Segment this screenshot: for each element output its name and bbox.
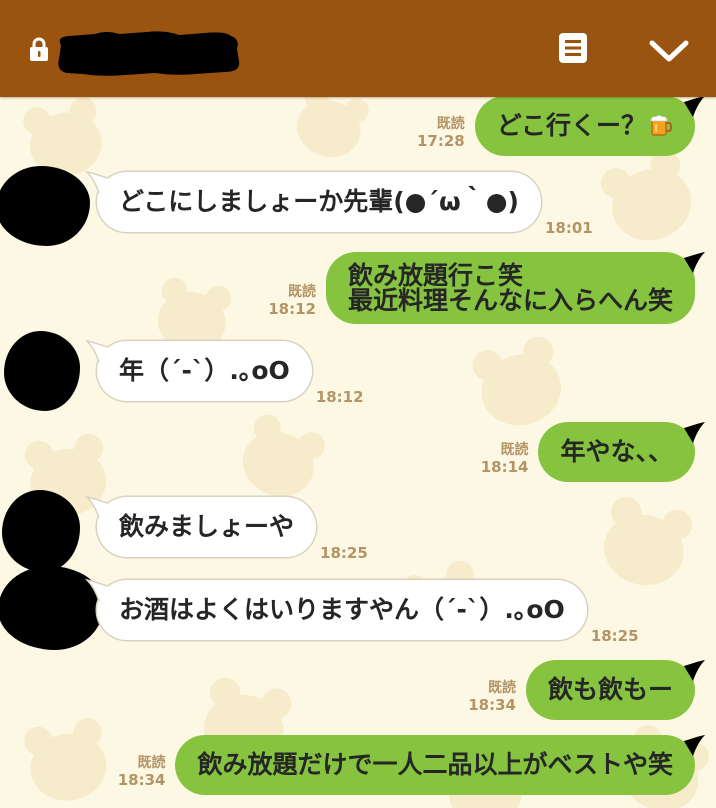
redacted-chat-name[interactable]: [55, 29, 241, 77]
message-received: 年（´-`）.｡oO 18:12: [84, 339, 364, 406]
chat-header: [0, 0, 716, 97]
message-time: 18:25: [590, 627, 639, 645]
message-text: どこ行くー？: [496, 111, 646, 140]
message-sent: 既読 18:14 年やな、、: [481, 422, 705, 482]
bubble-tail: [84, 578, 111, 602]
message-received: 飲みましょーや 18:25: [84, 495, 368, 562]
message-bubble[interactable]: お酒はよくはいりますやん（´-`）.｡oO: [84, 578, 587, 640]
message-time: 18:01: [544, 219, 593, 237]
message-bubble[interactable]: 年（´-`）.｡oO: [84, 339, 312, 401]
message-meta: 18:01: [545, 220, 593, 237]
message-time: 18:12: [315, 388, 364, 406]
bubble-tail: [681, 96, 705, 117]
beer-icon: [649, 113, 673, 137]
message-sent: 既読 17:28 どこ行くー？: [417, 96, 705, 156]
message-text: 年（´-`）.｡oO: [119, 356, 290, 385]
message-time: 18:12: [268, 300, 316, 318]
bubble-tail: [681, 252, 705, 273]
message-time: 17:28: [416, 132, 465, 150]
message-bubble[interactable]: 飲も飲もー: [525, 660, 705, 720]
bubble-tail: [84, 495, 111, 519]
message-bubble[interactable]: 飲み放題行こ笑 最近料理そんなに入らへん笑: [325, 252, 705, 324]
message-bubble[interactable]: 飲みましょーや: [84, 495, 317, 557]
message-time: 18:34: [468, 696, 516, 714]
read-receipt: 既読: [487, 680, 516, 696]
read-receipt: 既読: [500, 442, 529, 458]
message-bubble[interactable]: どこにしましょーか先輩(●´ω｀●): [84, 170, 541, 232]
message-meta: 18:25: [591, 628, 639, 645]
message-meta: 既読 18:12: [268, 284, 316, 318]
message-bubble[interactable]: どこ行くー？: [474, 96, 705, 156]
message-sent: 既読 18:34 飲も飲もー: [468, 660, 705, 720]
message-meta: 既読 17:28: [417, 116, 465, 150]
bubble-tail: [84, 170, 111, 194]
message-text: 飲みましょーや: [119, 512, 295, 541]
message-meta: 18:25: [320, 545, 368, 562]
message-text: 年やな、、: [560, 437, 673, 466]
avatar[interactable]: [2, 490, 80, 572]
bubble-tail: [84, 339, 111, 363]
message-text-line: 飲み放題行こ笑: [347, 261, 523, 290]
message-text: 飲み放題だけで一人二品以上がベストや笑: [197, 750, 673, 779]
message-text: どこにしましょーか先輩(●´ω｀●): [119, 187, 519, 216]
message-text-line: 最近料理そんなに入らへん笑: [347, 286, 673, 315]
message-sent: 既読 18:34 飲み放題だけで一人二品以上がベストや笑: [118, 735, 705, 795]
bubble-tail: [681, 735, 705, 756]
message-meta: 18:12: [316, 389, 364, 406]
avatar[interactable]: [0, 166, 90, 246]
message-received: お酒はよくはいりますやん（´-`）.｡oO 18:25: [84, 578, 639, 645]
notes-icon[interactable]: [558, 32, 588, 64]
message-meta: 既読 18:34: [118, 755, 166, 789]
message-text: 飲も飲もー: [547, 675, 673, 704]
message-bubble[interactable]: 年やな、、: [538, 422, 705, 482]
message-meta: 既読 18:34: [468, 680, 516, 714]
message-time: 18:25: [320, 544, 368, 562]
message-bubble[interactable]: 飲み放題だけで一人二品以上がベストや笑: [175, 735, 705, 795]
bubble-tail: [681, 422, 705, 443]
read-receipt: 既読: [287, 284, 316, 300]
message-time: 18:34: [117, 771, 166, 789]
read-receipt: 既読: [436, 116, 465, 132]
message-text: お酒はよくはいりますやん（´-`）.｡oO: [119, 595, 565, 624]
message-sent: 既読 18:12 飲み放題行こ笑 最近料理そんなに入らへん笑: [268, 252, 705, 324]
avatar[interactable]: [4, 331, 80, 411]
chevron-down-icon[interactable]: [647, 38, 691, 64]
read-receipt: 既読: [137, 755, 166, 771]
message-received: どこにしましょーか先輩(●´ω｀●) 18:01: [84, 170, 593, 237]
bubble-tail: [681, 660, 705, 681]
lock-icon: [29, 37, 49, 61]
message-meta: 既読 18:14: [481, 442, 529, 476]
message-time: 18:14: [480, 458, 529, 476]
